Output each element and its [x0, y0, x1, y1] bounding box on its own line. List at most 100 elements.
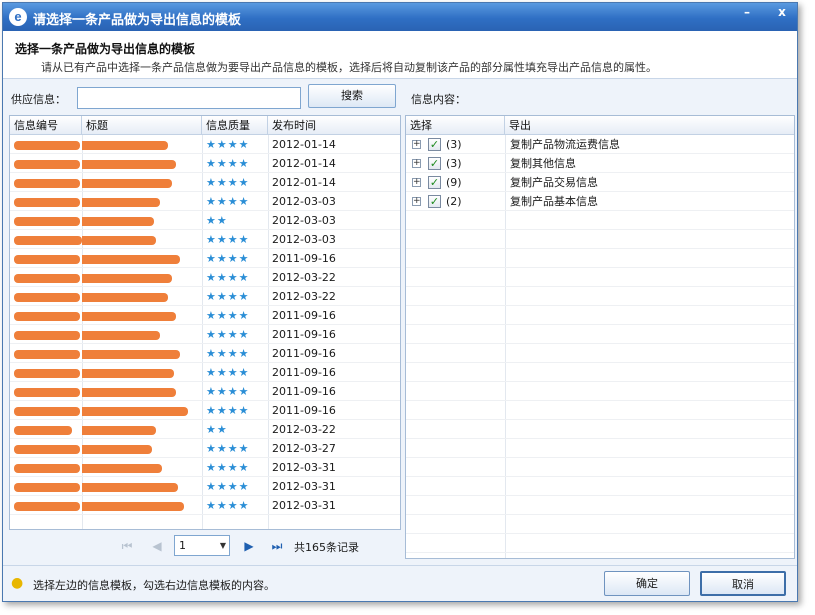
product-row[interactable]: ★★★★ 2012-03-22 [10, 287, 400, 306]
column-header-export[interactable]: 导出 [505, 116, 794, 135]
ok-button[interactable]: 确定 [604, 571, 690, 596]
product-title [82, 306, 202, 325]
export-item-name: 复制产品交易信息 [510, 176, 598, 189]
redacted-title [82, 463, 162, 473]
minimize-button[interactable]: – [736, 5, 758, 23]
expand-icon[interactable]: + [412, 159, 421, 168]
redacted-title [82, 482, 178, 492]
product-row[interactable]: ★★★★ 2012-01-14 [10, 154, 400, 173]
product-title [82, 154, 202, 173]
info-tree-row[interactable]: + ✓ (3) 复制其他信息 [406, 154, 794, 173]
product-row[interactable]: ★★★★ 2011-09-16 [10, 325, 400, 344]
empty-row [406, 439, 794, 458]
redacted-id [14, 311, 80, 321]
product-row[interactable]: ★★★★ 2012-03-03 [10, 192, 400, 211]
next-page-button[interactable]: ▶ [241, 538, 257, 554]
column-header-quality[interactable]: 信息质量 [202, 116, 268, 135]
quality-stars: ★★★★ [206, 442, 250, 455]
product-grid-header: 信息编号 标题 信息质量 发布时间 [10, 116, 400, 135]
column-header-date[interactable]: 发布时间 [268, 116, 400, 135]
redacted-title [82, 349, 180, 359]
export-item-name: 复制产品物流运费信息 [510, 138, 620, 151]
product-id [10, 230, 82, 249]
product-id [10, 192, 82, 211]
product-row[interactable]: ★★★★ 2012-03-27 [10, 439, 400, 458]
header-title: 选择一条产品做为导出信息的模板 [15, 42, 196, 56]
cancel-button[interactable]: 取消 [700, 571, 786, 596]
last-page-button[interactable]: ⏭ [269, 538, 285, 554]
item-count: (3) [446, 138, 462, 151]
product-id [10, 249, 82, 268]
expand-icon[interactable]: + [412, 140, 421, 149]
column-header-id[interactable]: 信息编号 [10, 116, 82, 135]
product-row[interactable]: ★★★★ 2012-03-31 [10, 477, 400, 496]
info-tree-row[interactable]: + ✓ (9) 复制产品交易信息 [406, 173, 794, 192]
select-checkbox[interactable]: ✓ [428, 157, 441, 170]
select-checkbox[interactable]: ✓ [428, 195, 441, 208]
redacted-title [82, 425, 156, 435]
product-row[interactable]: ★★★★ 2011-09-16 [10, 249, 400, 268]
product-row[interactable]: ★★ 2012-03-03 [10, 211, 400, 230]
product-row[interactable]: ★★★★ 2012-03-31 [10, 458, 400, 477]
publish-date: 2012-03-31 [272, 461, 336, 474]
redacted-title [82, 387, 176, 397]
expand-icon[interactable]: + [412, 197, 421, 206]
publish-date: 2012-03-03 [272, 195, 336, 208]
lightbulb-icon: ● [11, 575, 24, 591]
search-input[interactable] [77, 87, 301, 109]
empty-row [406, 363, 794, 382]
info-grid-header: 选择 导出 [406, 116, 794, 135]
first-page-button[interactable]: ⏮ [119, 538, 135, 554]
page-select[interactable]: 1 ▼ [174, 535, 230, 556]
empty-row [406, 344, 794, 363]
product-row[interactable]: ★★★★ 2012-03-03 [10, 230, 400, 249]
close-button[interactable]: x [769, 5, 795, 23]
empty-row [406, 477, 794, 496]
product-id [10, 325, 82, 344]
column-header-select[interactable]: 选择 [406, 116, 505, 135]
column-header-title[interactable]: 标题 [82, 116, 202, 135]
search-label: 供应信息： [11, 93, 66, 106]
publish-date: 2012-01-14 [272, 157, 336, 170]
redacted-id [14, 425, 72, 435]
redacted-title [82, 254, 180, 264]
info-tree-row[interactable]: + ✓ (3) 复制产品物流运费信息 [406, 135, 794, 154]
empty-row [406, 230, 794, 249]
pager: ⏮ ◀ 1 ▼ ▶ ⏭ 共165条记录 [9, 531, 401, 561]
expand-icon[interactable]: + [412, 178, 421, 187]
record-count: 共165条记录 [294, 541, 359, 554]
item-count: (9) [446, 176, 462, 189]
redacted-id [14, 406, 80, 416]
product-row[interactable]: ★★★★ 2012-03-31 [10, 496, 400, 515]
select-checkbox[interactable]: ✓ [428, 176, 441, 189]
redacted-title [82, 273, 172, 283]
empty-row [406, 420, 794, 439]
hint-text: 选择左边的信息模板，勾选右边信息模板的内容。 [33, 579, 275, 592]
redacted-id [14, 235, 82, 245]
product-id [10, 306, 82, 325]
item-count: (2) [446, 195, 462, 208]
product-row[interactable]: ★★★★ 2011-09-16 [10, 344, 400, 363]
redacted-id [14, 254, 80, 264]
product-row[interactable]: ★★★★ 2012-03-22 [10, 268, 400, 287]
product-title [82, 420, 202, 439]
publish-date: 2011-09-16 [272, 309, 336, 322]
empty-row [406, 268, 794, 287]
product-title [82, 249, 202, 268]
select-checkbox[interactable]: ✓ [428, 138, 441, 151]
redacted-id [14, 463, 80, 473]
product-title [82, 344, 202, 363]
product-row[interactable]: ★★★★ 2011-09-16 [10, 401, 400, 420]
window-title: 请选择一条产品做为导出信息的模板 [33, 13, 242, 28]
info-tree-row[interactable]: + ✓ (2) 复制产品基本信息 [406, 192, 794, 211]
product-id [10, 382, 82, 401]
product-row[interactable]: ★★★★ 2012-01-14 [10, 135, 400, 154]
prev-page-button[interactable]: ◀ [149, 538, 165, 554]
product-row[interactable]: ★★ 2012-03-22 [10, 420, 400, 439]
product-row[interactable]: ★★★★ 2011-09-16 [10, 363, 400, 382]
publish-date: 2012-01-14 [272, 138, 336, 151]
product-row[interactable]: ★★★★ 2011-09-16 [10, 306, 400, 325]
search-button[interactable]: 搜索 [308, 84, 396, 108]
product-row[interactable]: ★★★★ 2011-09-16 [10, 382, 400, 401]
product-row[interactable]: ★★★★ 2012-01-14 [10, 173, 400, 192]
